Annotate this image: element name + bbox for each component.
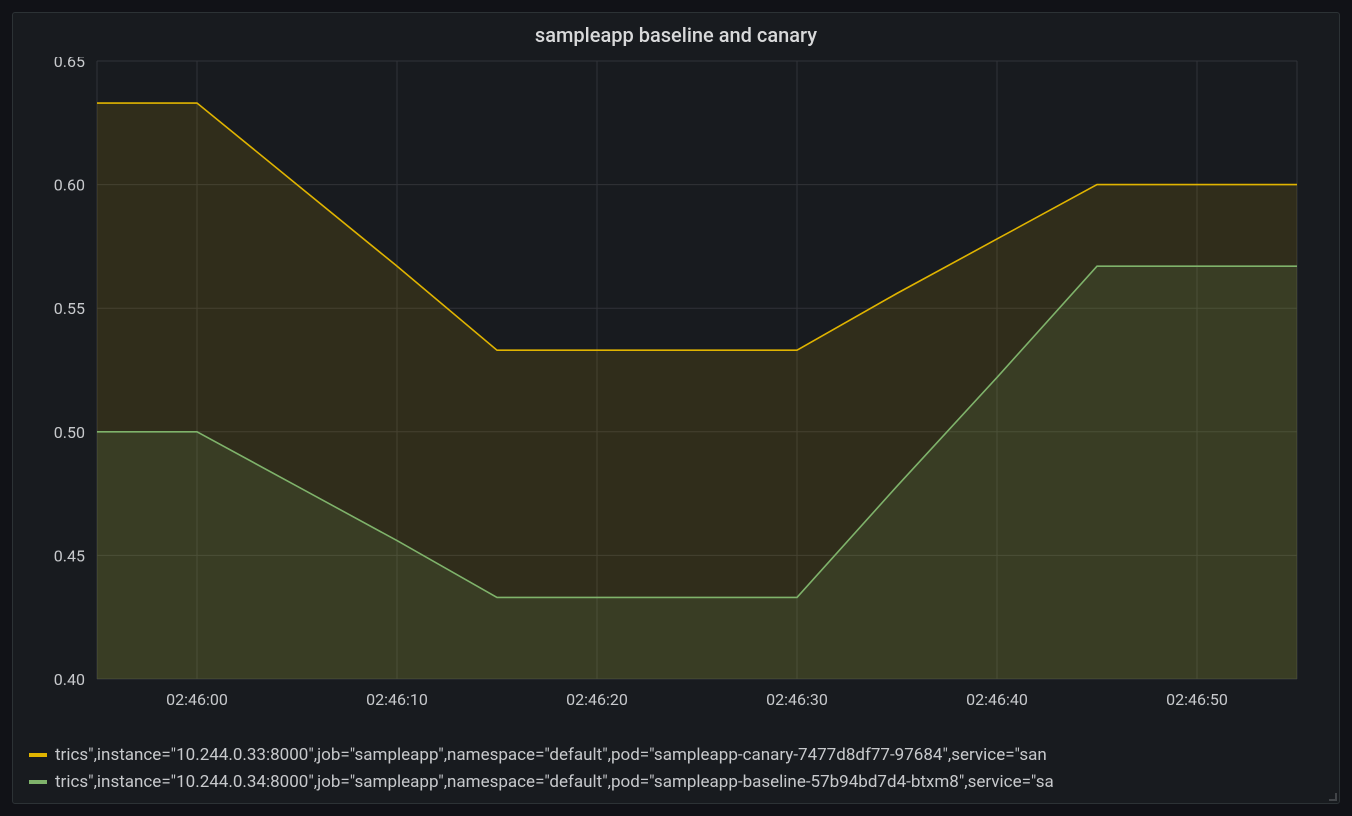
legend-item-canary[interactable]: trics",instance="10.244.0.33:8000",job="… — [29, 742, 1323, 768]
timeseries-chart: 0.40 0.45 0.50 0.55 0.60 0.65 02:46:00 02:46:10… — [27, 57, 1327, 727]
svg-text:02:46:20: 02:46:20 — [566, 690, 628, 709]
legend-swatch-icon — [29, 753, 47, 757]
legend-label: trics",instance="10.244.0.34:8000",job="… — [55, 769, 1323, 795]
legend-label: trics",instance="10.244.0.33:8000",job="… — [55, 742, 1323, 768]
svg-text:0.60: 0.60 — [54, 176, 85, 195]
svg-text:0.65: 0.65 — [54, 57, 85, 71]
svg-text:02:46:40: 02:46:40 — [966, 690, 1028, 709]
legend-swatch-icon — [29, 780, 47, 784]
svg-text:02:46:10: 02:46:10 — [366, 690, 428, 709]
chart-panel: sampleapp baseline and canary 0.400.450.… — [12, 12, 1340, 804]
chart-legend: trics",instance="10.244.0.33:8000",job="… — [29, 742, 1323, 795]
svg-text:0.45: 0.45 — [54, 546, 85, 565]
svg-text:0.40: 0.40 — [54, 670, 85, 689]
svg-text:02:46:50: 02:46:50 — [1166, 690, 1228, 709]
resize-handle-icon[interactable] — [1327, 791, 1337, 801]
panel-title: sampleapp baseline and canary — [13, 13, 1339, 53]
svg-text:0.55: 0.55 — [54, 299, 85, 318]
svg-text:0.50: 0.50 — [54, 423, 85, 442]
legend-item-baseline[interactable]: trics",instance="10.244.0.34:8000",job="… — [29, 769, 1323, 795]
svg-text:02:46:30: 02:46:30 — [766, 690, 828, 709]
chart-area[interactable]: 0.40 0.45 0.50 0.55 0.60 0.65 02:46:00 02:46:10… — [27, 57, 1327, 727]
svg-text:02:46:00: 02:46:00 — [166, 690, 228, 709]
